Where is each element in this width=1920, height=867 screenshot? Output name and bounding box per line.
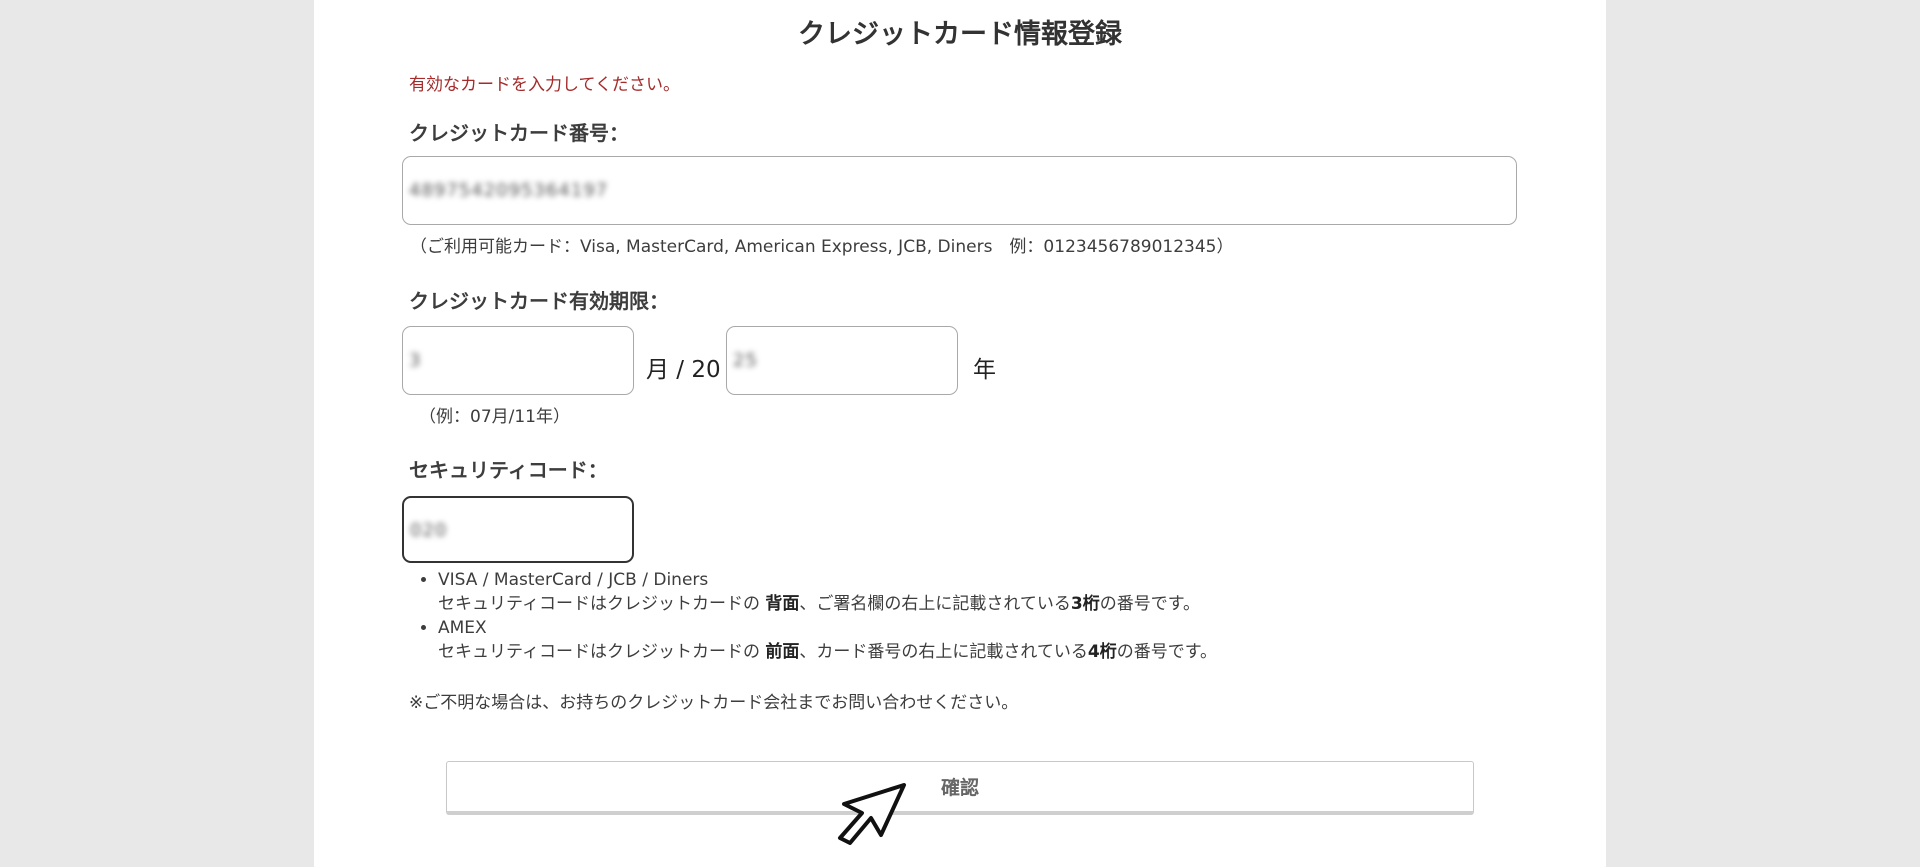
- expiry-year-suffix: 年: [973, 357, 996, 383]
- help-brand: VISA / MasterCard / JCB / Diners: [438, 570, 709, 590]
- card-number-field[interactable]: 4897542095364197: [402, 156, 1517, 225]
- help-side: 背面: [765, 594, 800, 614]
- confirm-button[interactable]: 確認: [446, 761, 1474, 815]
- help-side: 前面: [765, 642, 800, 662]
- error-message: 有効なカードを入力してください。: [409, 75, 680, 95]
- expiry-month-suffix: 月 / 20: [646, 357, 721, 383]
- arrow-cursor-icon: [838, 783, 906, 845]
- help-digits: 4桁: [1087, 642, 1117, 662]
- help-text: セキュリティコードはクレジットカードの: [438, 642, 766, 662]
- card-number-value: 4897542095364197: [409, 180, 609, 201]
- expiry-year-field[interactable]: 25: [726, 326, 958, 395]
- inquiry-footnote: ※ご不明な場合は、お持ちのクレジットカード会社までお問い合わせください。: [409, 693, 1019, 713]
- help-text: の番号です。: [1099, 594, 1201, 614]
- card-number-label: クレジットカード番号：: [409, 121, 629, 145]
- expiry-label: クレジットカード有効期限：: [409, 289, 669, 313]
- card-number-note: （ご利用可能カード：Visa, MasterCard, American Exp…: [410, 237, 1234, 257]
- help-digits: 3桁: [1070, 594, 1100, 614]
- help-text: 、ご署名欄の右上に記載されている: [799, 594, 1071, 614]
- security-code-label: セキュリティコード：: [409, 458, 608, 482]
- expiry-year-value: 25: [733, 350, 758, 371]
- help-text: の番号です。: [1116, 642, 1218, 662]
- expiry-month-value: 3: [409, 350, 422, 371]
- help-item-visa: VISA / MasterCard / JCB / Diners セキュリティコ…: [438, 568, 1411, 616]
- expiry-month-field[interactable]: 3: [402, 326, 634, 395]
- security-code-field[interactable]: 020: [402, 496, 634, 563]
- help-text: セキュリティコードはクレジットカードの: [438, 594, 766, 614]
- credit-card-form-panel: クレジットカード情報登録 有効なカードを入力してください。 クレジットカード番号…: [314, 0, 1606, 867]
- help-text: 、カード番号の右上に記載されている: [799, 642, 1088, 662]
- security-code-value: 020: [410, 520, 448, 541]
- security-code-help: VISA / MasterCard / JCB / Diners セキュリティコ…: [411, 568, 1411, 664]
- expiry-note: （例：07月/11年）: [419, 407, 570, 427]
- help-item-amex: AMEX セキュリティコードはクレジットカードの 前面、カード番号の右上に記載さ…: [438, 616, 1411, 664]
- help-brand: AMEX: [438, 618, 487, 638]
- page-title: クレジットカード情報登録: [798, 19, 1122, 50]
